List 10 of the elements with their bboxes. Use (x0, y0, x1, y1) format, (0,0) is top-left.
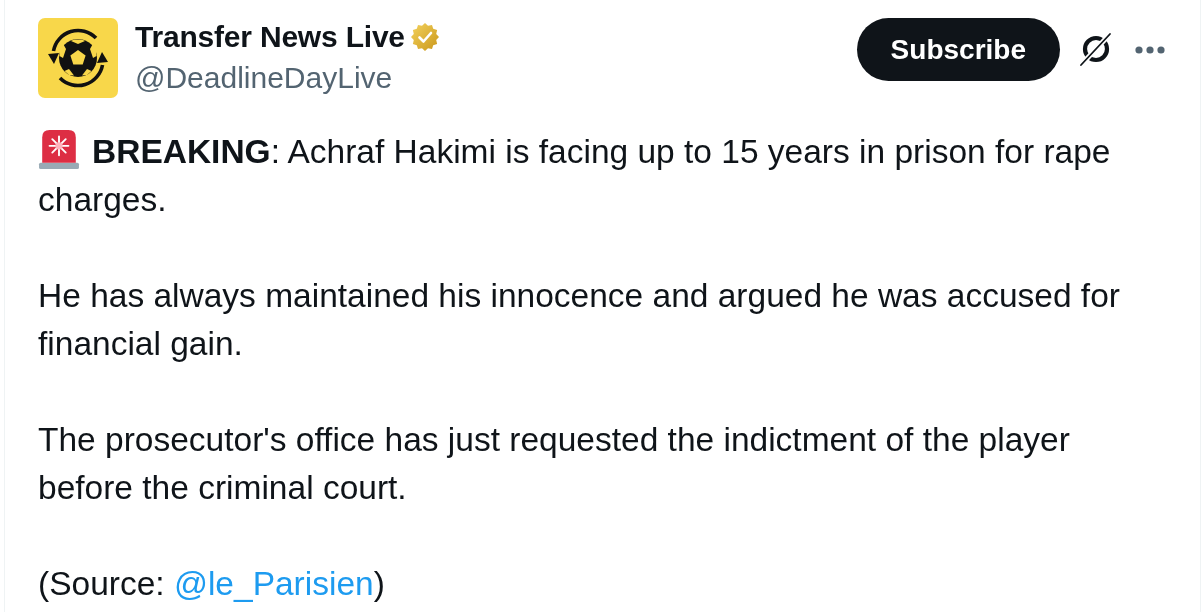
post-text: He has always maintained his innocence and argued he was accused for financial gain. (38, 276, 1121, 364)
source-text: (Source: @le_Parisien) (38, 564, 386, 604)
post-text: BREAKING: Achraf Hakimi is facing up to 15 years in prison for rape charges. (38, 128, 1163, 224)
siren-icon (38, 128, 80, 170)
slashed-circle-icon[interactable] (1077, 32, 1114, 67)
subscribe-button[interactable]: Subscribe (856, 18, 1060, 81)
more-icon[interactable] (1135, 45, 1165, 54)
account-name: Transfer News Live (135, 19, 405, 55)
account-handle: @DeadlineDayLive (135, 60, 394, 96)
post-text: The prosecutor's office has just requested the indictment of the player before the criminal court. (38, 420, 1071, 508)
